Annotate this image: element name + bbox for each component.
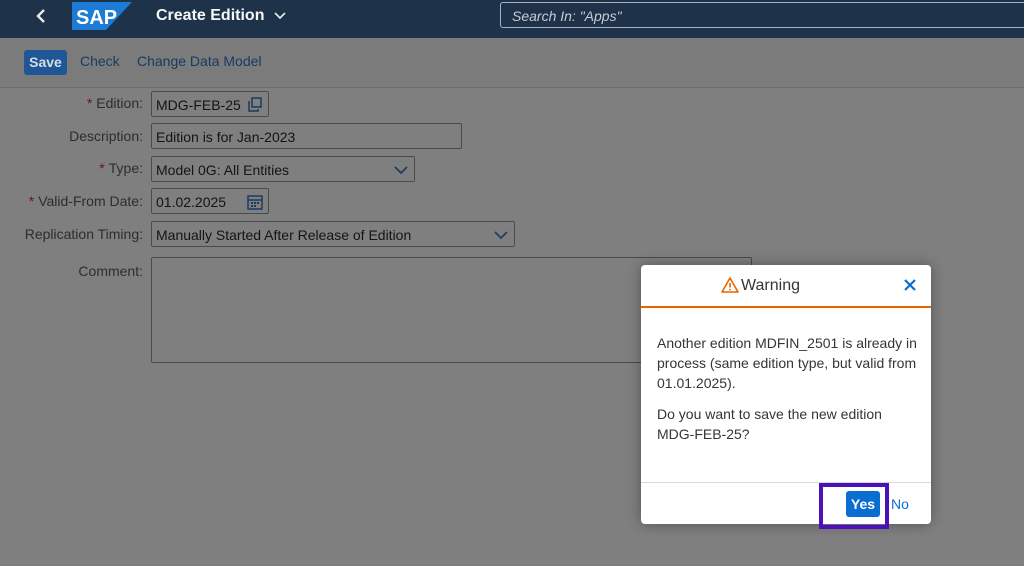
chevron-down-icon[interactable] [492,226,510,244]
warning-icon [721,277,739,293]
chevron-left-icon [36,9,45,23]
yes-button-highlight [819,483,889,529]
change-data-model-button[interactable]: Change Data Model [137,53,262,69]
required-marker: * [86,95,93,111]
valid-from-label: * Valid-From Date: [28,193,143,209]
dialog-title: Warning [741,277,800,294]
description-label: Description: [69,128,143,144]
dialog-message: Another edition MDFIN_2501 is already in… [657,335,917,391]
edition-label: * Edition: [86,95,143,111]
comment-label: Comment: [78,263,143,279]
search-input[interactable]: Search In: "Apps" [500,2,1024,28]
description-field[interactable]: Edition is for Jan-2023 [151,123,462,149]
chevron-down-icon[interactable] [273,9,287,23]
edition-field[interactable]: MDG-FEB-25 [151,91,269,117]
required-marker: * [28,193,35,209]
sap-logo[interactable]: SAP [72,2,132,30]
check-button[interactable]: Check [80,53,120,69]
chevron-down-icon[interactable] [392,161,410,179]
valid-from-date-picker[interactable]: 01.02.2025 [151,188,269,214]
dialog-question: Do you want to save the new edition MDG-… [657,406,882,442]
no-button[interactable]: No [891,496,909,512]
svg-text:SAP: SAP [76,7,117,29]
back-icon[interactable] [30,4,54,28]
toolbar: Save Check Change Data Model [0,38,1024,88]
type-label: * Type: [99,160,143,176]
app-title[interactable]: Create Edition [156,7,264,25]
shell-header: SAP Create Edition Search In: "Apps" [0,0,1024,38]
copy-icon[interactable] [246,96,264,114]
save-button[interactable]: Save [24,50,67,75]
calendar-icon[interactable] [246,193,264,211]
dialog-header: Warning [641,265,931,308]
required-marker: * [99,160,105,176]
replication-timing-select[interactable]: Manually Started After Release of Editio… [151,221,515,247]
type-select[interactable]: Model 0G: All Entities [151,156,415,182]
close-icon[interactable] [902,277,918,293]
search-placeholder: Search In: "Apps" [512,8,622,24]
replication-timing-label: Replication Timing: [24,226,143,242]
